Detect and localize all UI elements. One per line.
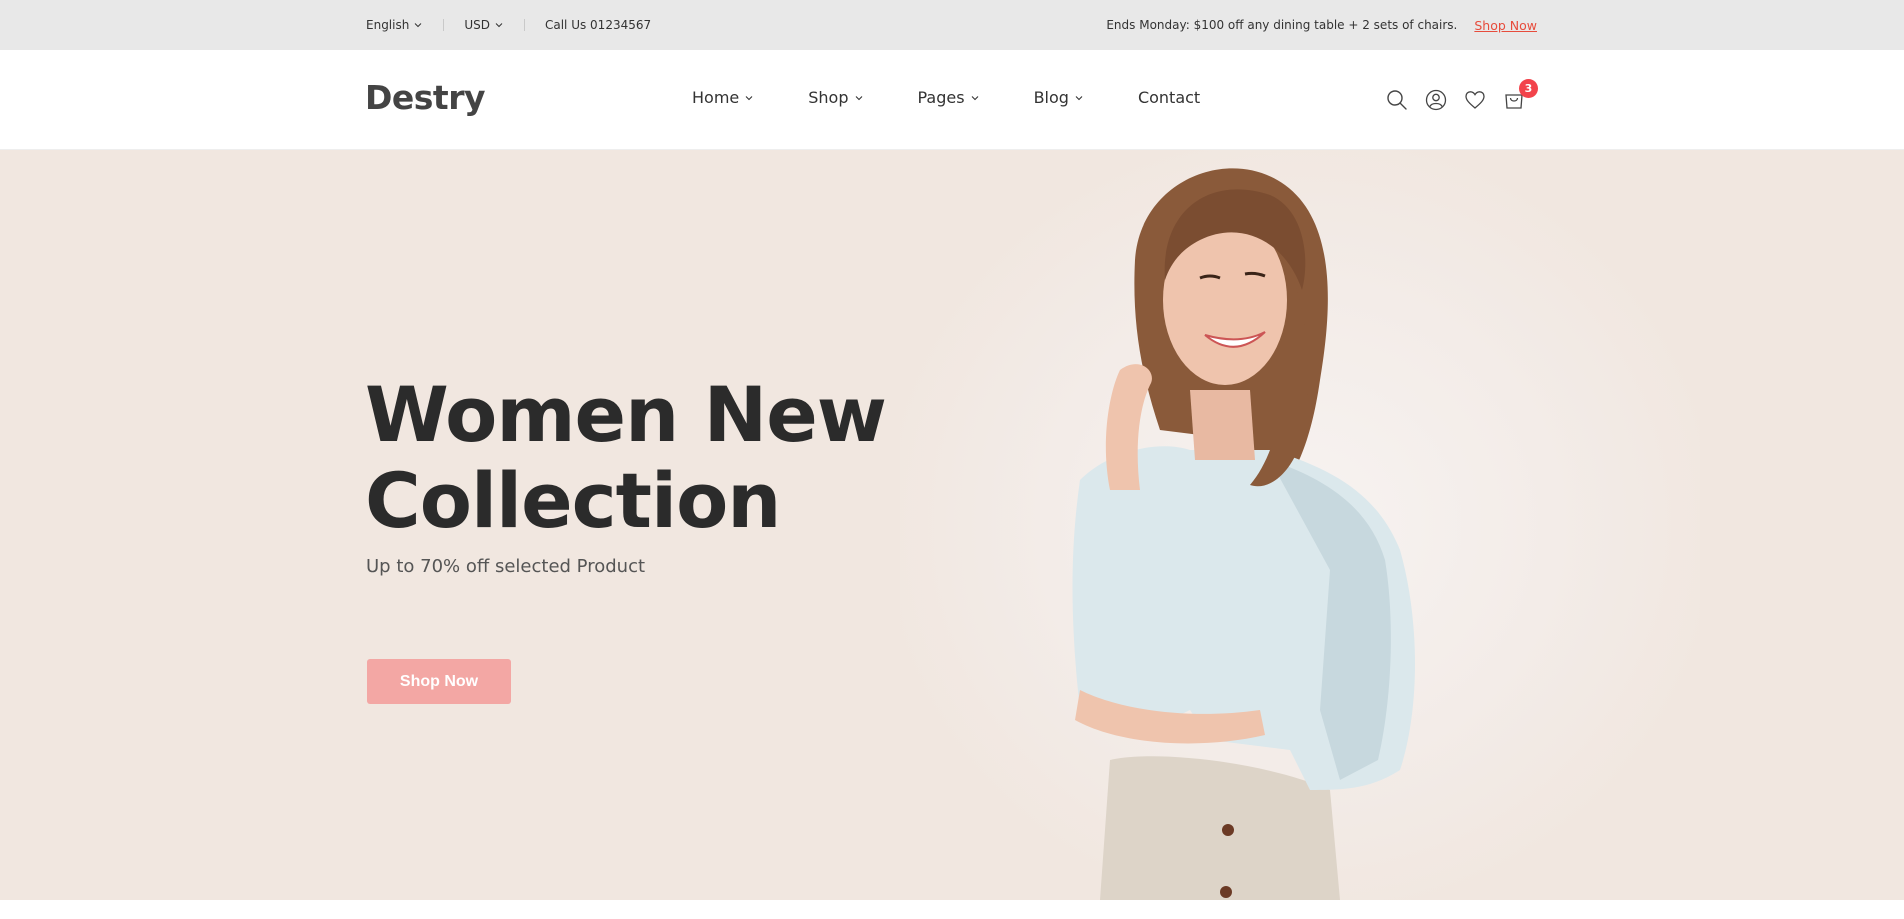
model-neck	[1190, 390, 1255, 460]
main-nav: Home Shop Pages Blog Contact	[692, 88, 1200, 107]
search-icon	[1387, 90, 1407, 110]
hero-model-image	[1072, 168, 1415, 900]
heart-icon	[1465, 91, 1485, 109]
nav-item-label: Blog	[1033, 88, 1069, 107]
hero-title-line1: Women New	[365, 370, 887, 459]
chevron-down-icon	[745, 95, 753, 100]
nav-item-pages[interactable]: Pages	[918, 88, 980, 107]
nav-item-label: Contact	[1137, 88, 1201, 107]
top-bar-left: English USD Call Us 01234567	[366, 18, 651, 32]
hero-title-line2: Collection	[365, 456, 781, 545]
logo[interactable]: Destry	[365, 78, 485, 117]
nav-item-contact[interactable]: Contact	[1138, 88, 1200, 107]
nav-item-label: Pages	[917, 88, 965, 107]
cart-count-badge: 3	[1519, 79, 1538, 98]
chevron-down-icon	[855, 95, 862, 100]
phone-text: Call Us 01234567	[544, 18, 652, 32]
account-button[interactable]	[1424, 88, 1448, 112]
language-selector[interactable]: English	[366, 18, 423, 32]
nav-item-blog[interactable]: Blog	[1034, 88, 1084, 107]
nav-item-label: Shop	[808, 88, 849, 107]
top-bar: English USD Call Us 01234567 Ends Monday…	[0, 0, 1904, 50]
nav-item-shop[interactable]: Shop	[808, 88, 863, 107]
chevron-down-icon	[495, 23, 503, 28]
currency-selector[interactable]: USD	[464, 18, 504, 32]
nav-item-home[interactable]: Home	[692, 88, 754, 107]
hero-title: Women New Collection	[365, 370, 887, 545]
chevron-down-icon	[971, 95, 978, 100]
skirt-button	[1220, 886, 1232, 898]
promo-shop-now-link[interactable]: Shop Now	[1474, 18, 1537, 33]
top-bar-right: Ends Monday: $100 off any dining table +…	[1106, 18, 1537, 33]
user-icon	[1425, 89, 1447, 111]
currency-label: USD	[464, 18, 490, 32]
hero-shop-now-button[interactable]: Shop Now	[367, 659, 511, 704]
wishlist-button[interactable]	[1463, 88, 1487, 112]
chevron-down-icon	[1075, 95, 1083, 100]
divider	[523, 19, 525, 31]
main-header: Destry Home Shop Pages Blog Contact 3	[0, 50, 1904, 150]
hero-subtitle: Up to 70% off selected Product	[366, 556, 646, 577]
header-icons: 3	[1385, 79, 1538, 112]
hero-banner: Women New Collection Up to 70% off selec…	[0, 150, 1904, 900]
nav-item-label: Home	[692, 88, 740, 107]
divider	[443, 19, 445, 31]
skirt-button	[1222, 824, 1234, 836]
language-label: English	[366, 18, 410, 32]
promo-text: Ends Monday: $100 off any dining table +…	[1106, 18, 1458, 32]
search-button[interactable]	[1385, 88, 1409, 112]
chevron-down-icon	[414, 23, 422, 28]
cart-button[interactable]: 3	[1502, 79, 1538, 112]
